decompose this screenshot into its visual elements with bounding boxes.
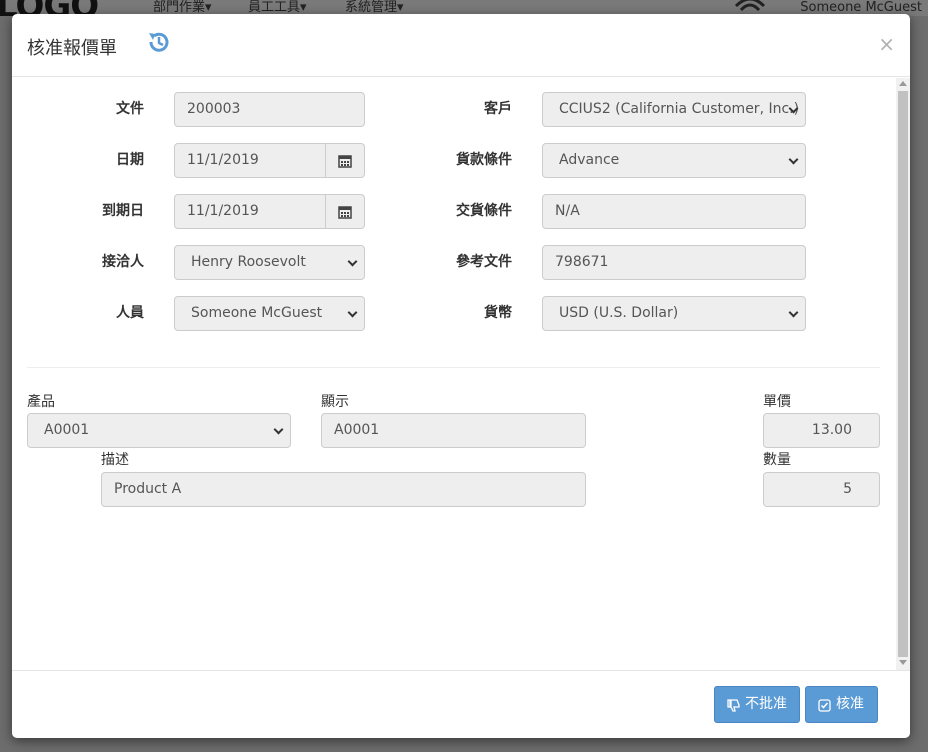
approve-button[interactable]: 核准 (805, 686, 878, 723)
modal-header: 核准報價單 × (12, 14, 910, 77)
wifi-icon (734, 0, 766, 12)
staff-label: 人員 (116, 305, 144, 321)
delivery-terms-field[interactable]: N/A (542, 194, 806, 229)
unit-price-field[interactable]: 13.00 (763, 413, 880, 448)
calendar-icon (338, 206, 352, 219)
customer-select[interactable]: CCIUS2 (California Customer, Inc.) (542, 92, 806, 127)
modal-footer: 不批准 核准 (12, 670, 910, 738)
customer-label: 客戶 (484, 101, 512, 117)
check-square-icon (818, 699, 831, 712)
reference-label: 參考文件 (456, 254, 512, 270)
modal-title: 核准報價單 (27, 38, 117, 59)
date-label: 日期 (116, 152, 144, 168)
currency-select[interactable]: USD (U.S. Dollar) (542, 296, 806, 331)
description-field[interactable]: Product A (101, 472, 586, 507)
close-button[interactable]: × (878, 33, 895, 55)
calendar-icon (338, 155, 352, 168)
document-field[interactable]: 200003 (174, 92, 365, 127)
history-icon[interactable] (145, 28, 173, 56)
product-label: 產品 (27, 394, 55, 410)
reference-field[interactable]: 798671 (542, 245, 806, 280)
reject-button[interactable]: 不批准 (714, 686, 800, 723)
user-menu[interactable]: Someone McGuest (800, 0, 922, 15)
display-label: 顯示 (321, 394, 349, 410)
scroll-up-arrow[interactable] (899, 81, 907, 86)
payment-terms-select[interactable]: Advance (542, 143, 806, 178)
scrollbar[interactable] (896, 78, 910, 670)
approve-button-label: 核准 (836, 696, 864, 712)
thumbs-down-icon (727, 699, 740, 712)
menu-departments[interactable]: 部門作業▾ (153, 0, 212, 15)
quantity-field[interactable]: 5 (763, 472, 880, 507)
section-divider (27, 367, 880, 368)
menu-system-admin[interactable]: 系統管理▾ (345, 0, 404, 15)
menu-employee-tools[interactable]: 員工工具▾ (248, 0, 307, 15)
currency-label: 貨幣 (484, 305, 512, 321)
contact-label: 接洽人 (102, 254, 144, 270)
scroll-down-arrow[interactable] (899, 660, 907, 665)
reject-button-label: 不批准 (745, 696, 787, 712)
quantity-label: 數量 (763, 452, 791, 468)
contact-select[interactable]: Henry Roosevolt (174, 245, 365, 280)
payment-terms-label: 貨款條件 (456, 152, 512, 168)
document-label: 文件 (116, 101, 144, 117)
product-select[interactable]: A0001 (27, 413, 291, 448)
date-field[interactable]: 11/1/2019 (174, 143, 326, 178)
due-date-picker-button[interactable] (325, 194, 365, 229)
delivery-terms-label: 交貨條件 (456, 203, 512, 219)
due-date-field[interactable]: 11/1/2019 (174, 194, 326, 229)
date-picker-button[interactable] (325, 143, 365, 178)
unit-price-label: 單價 (763, 394, 791, 410)
display-field[interactable]: A0001 (321, 413, 586, 448)
approve-quote-modal: 核准報價單 × 文件 200003 日期 11/1/2019 到期日 11/1/… (12, 14, 910, 738)
description-label: 描述 (101, 452, 129, 468)
due-date-label: 到期日 (102, 203, 144, 219)
scroll-thumb[interactable] (898, 91, 908, 657)
modal-body: 文件 200003 日期 11/1/2019 到期日 11/1/2019 接洽人… (12, 78, 910, 670)
staff-select[interactable]: Someone McGuest (174, 296, 365, 331)
